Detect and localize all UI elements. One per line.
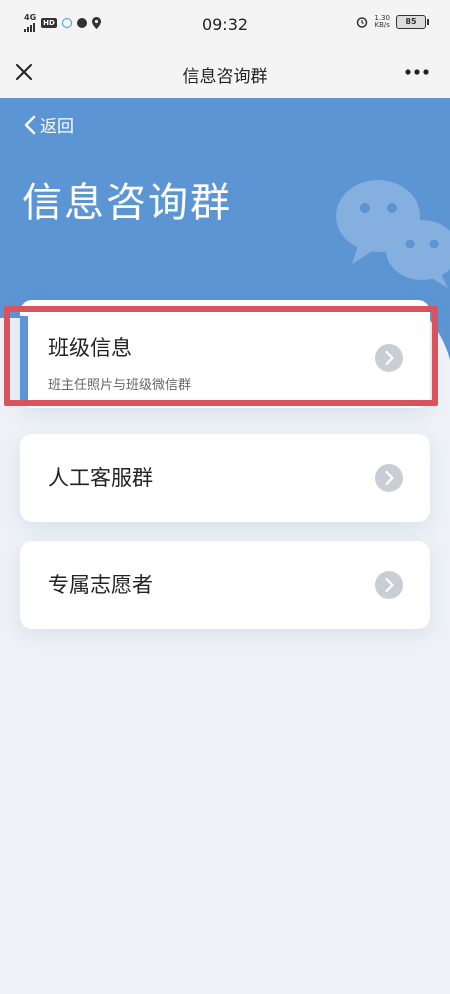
back-chevron-icon xyxy=(24,115,36,134)
battery-icon: 85 xyxy=(396,15,429,29)
status-bar: 4G HD 09:32 1.30 KB/s 85 xyxy=(0,0,450,50)
status-right-icons: 1.30 KB/s 85 xyxy=(356,14,429,29)
net-speed: 1.30 KB/s xyxy=(374,14,390,29)
close-icon xyxy=(16,64,32,80)
nav-bar: 信息咨询群 xyxy=(0,50,450,98)
card-title: 人工客服群 xyxy=(48,466,153,490)
chevron-right-icon xyxy=(375,571,403,599)
card-subtitle: 班主任照片与班级微信群 xyxy=(48,378,192,393)
back-label: 返回 xyxy=(40,117,74,137)
page-title: 信息咨询群 xyxy=(22,180,232,226)
close-button[interactable] xyxy=(10,58,38,86)
card-class-info[interactable]: 班级信息 班主任照片与班级微信群 xyxy=(20,300,430,408)
chevron-right-icon xyxy=(375,464,403,492)
card-title: 专属志愿者 xyxy=(48,573,153,597)
card-accent-bar xyxy=(20,316,28,402)
card-customer-service[interactable]: 人工客服群 xyxy=(20,434,430,522)
alarm-icon xyxy=(357,17,368,28)
chevron-right-icon xyxy=(375,344,403,372)
nav-title: 信息咨询群 xyxy=(182,67,268,87)
wechat-icon xyxy=(336,180,450,288)
more-button[interactable] xyxy=(400,60,434,84)
card-title: 班级信息 xyxy=(48,336,132,360)
more-icon xyxy=(405,69,429,75)
header-banner: 返回 信息咨询群 xyxy=(0,98,450,318)
card-volunteer[interactable]: 专属志愿者 xyxy=(20,541,430,629)
back-button[interactable]: 返回 xyxy=(22,112,74,137)
